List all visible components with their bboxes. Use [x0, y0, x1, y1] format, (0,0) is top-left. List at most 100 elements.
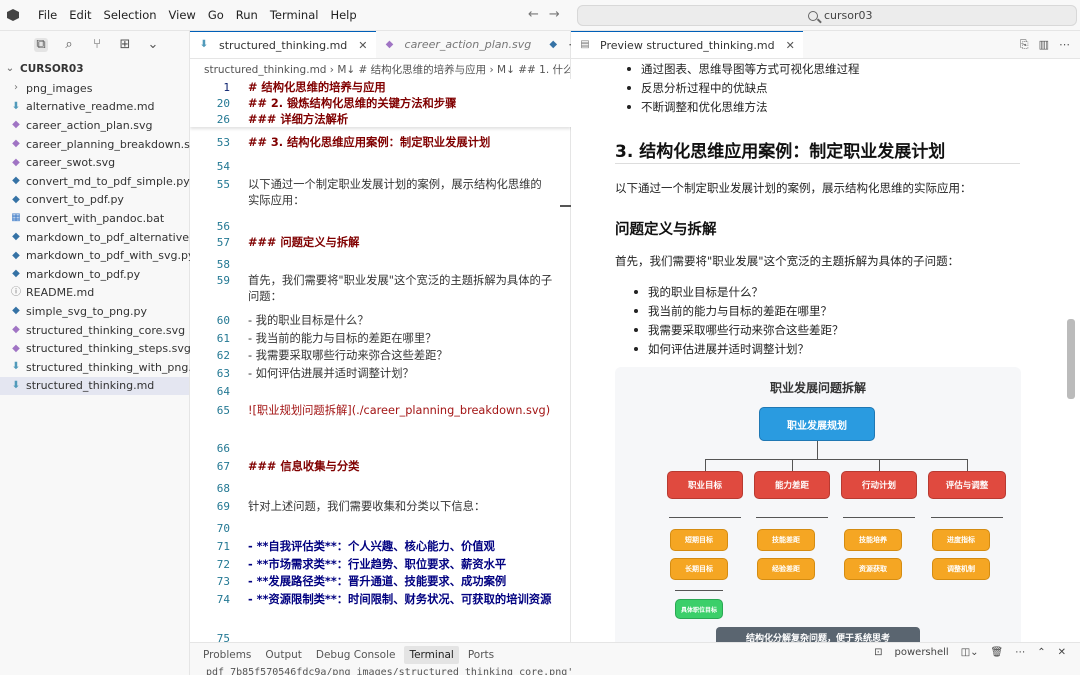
file-item[interactable]: ◆ simple_svg_to_png.py	[0, 302, 189, 321]
menu-selection[interactable]: Selection	[98, 5, 163, 25]
file-item[interactable]: ◆ convert_md_to_pdf_simple.py	[0, 172, 190, 191]
line-number: 59	[216, 274, 230, 287]
leaf-node: 短期目标	[670, 529, 728, 551]
python-icon: ◆	[12, 175, 20, 187]
preview-scrollbar[interactable]	[1067, 319, 1075, 399]
python-icon: ◆	[12, 231, 20, 243]
file-item[interactable]: ⬇ structured_thinking.md	[0, 376, 189, 396]
tab-preview[interactable]: ▤ Preview structured_thinking.md ✕	[571, 31, 803, 58]
svg-file-icon: ◆	[385, 38, 394, 50]
line-number: 62	[216, 349, 230, 362]
code-area[interactable]: 1 # 结构化思维的培养与应用 20 ## 2. 锻炼结构化思维的关键方法和步骤…	[190, 79, 571, 642]
close-icon[interactable]: ✕	[358, 39, 367, 52]
menu-run[interactable]: Run	[230, 5, 264, 25]
leaf-node: 资源获取	[844, 558, 902, 580]
tab-debug-console[interactable]: Debug Console	[311, 646, 401, 664]
python-icon: ◆	[12, 193, 20, 205]
python-icon: ◆	[549, 38, 558, 50]
line-number: 69	[216, 500, 230, 513]
source-control-icon[interactable]: ⑂	[90, 38, 104, 52]
breadcrumb[interactable]: structured_thinking.md › M↓ # 结构化思维的培养与应…	[190, 59, 570, 79]
file-item[interactable]: ◆ career_planning_breakdown.svg	[0, 135, 203, 154]
connector	[756, 517, 828, 518]
diagram-footer: 结构化分解复杂问题，便于系统思考	[716, 627, 920, 642]
file-label: structured_thinking_with_png.md	[26, 360, 210, 374]
menu-file[interactable]: File	[32, 5, 63, 25]
tab-problems[interactable]: Problems	[198, 646, 256, 664]
file-item[interactable]: ◆ convert_to_pdf.py	[0, 191, 189, 210]
line-number: 68	[216, 482, 230, 495]
maximize-icon[interactable]: ⌃	[1037, 647, 1045, 658]
trash-icon[interactable]: 🗑	[991, 647, 1004, 658]
command-center-search[interactable]: cursor03	[577, 5, 1077, 26]
file-item[interactable]: ⓘ README.md	[0, 284, 189, 303]
tab-output[interactable]: Output	[260, 646, 306, 664]
preview-content: 通过图表、思维导图等方式可视化思维过程 反思分析过程中的优缺点 不断调整和优化思…	[571, 59, 1080, 642]
sidebar-toolbar: ⧉ ⌕ ⑂ ⊞ ⌄	[0, 31, 189, 59]
forward-arrow-icon[interactable]: →	[549, 7, 560, 22]
file-item[interactable]: ◆ career_action_plan.svg	[0, 116, 189, 135]
terminal-icon: ⊡	[874, 647, 883, 658]
svg-file-icon: ◆	[12, 138, 20, 150]
menu-terminal[interactable]: Terminal	[264, 5, 325, 25]
code-line: - 我需要采取哪些行动来弥合这些差距？	[248, 349, 448, 362]
scroll-indicator	[560, 205, 571, 207]
app-window: File Edit Selection View Go Run Terminal…	[0, 0, 1080, 675]
tab-career-action-plan-svg[interactable]: ◆ career_action_plan.svg	[376, 31, 540, 58]
file-item[interactable]: ◆ structured_thinking_core.svg	[0, 321, 189, 340]
preview-tabs: ▤ Preview structured_thinking.md ✕ ⎘ ▥ ⋯	[571, 31, 1080, 59]
chevron-down-icon[interactable]: ⌄	[146, 38, 160, 52]
extensions-icon[interactable]: ⊞	[118, 38, 132, 52]
file-item[interactable]: ◆ markdown_to_pdf_alternative.py	[0, 228, 206, 247]
preview-icon: ▤	[580, 39, 590, 50]
connector	[931, 517, 1003, 518]
open-source-icon[interactable]: ⎘	[1020, 38, 1029, 52]
panel-actions: ⊡ powershell ◫⌄ 🗑 ⋯ ⌃ ✕	[874, 647, 1066, 658]
paragraph: 以下通过一个制定职业发展计划的案例，展示结构化思维的实际应用：	[615, 181, 972, 195]
menu-go[interactable]: Go	[202, 5, 230, 25]
close-icon[interactable]: ✕	[1058, 647, 1066, 658]
file-item[interactable]: ◆ markdown_to_pdf_with_svg.py	[0, 246, 194, 265]
code-line: - **资源限制类**：时间限制、财务状况、可获取的培训资源	[248, 593, 552, 606]
branch-node: 行动计划	[841, 471, 917, 499]
list-item: 反思分析过程中的优缺点	[627, 81, 768, 95]
tab-ports[interactable]: Ports	[463, 646, 499, 664]
file-item[interactable]: ◆ career_swot.svg	[0, 153, 189, 172]
tab-structured-thinking-md[interactable]: ⬇ structured_thinking.md ✕	[190, 31, 376, 58]
more-icon[interactable]: ⋯	[1059, 38, 1070, 51]
menu-edit[interactable]: Edit	[63, 5, 97, 25]
code-line: - **发展路径类**：晋升通道、技能要求、成功案例	[248, 575, 507, 588]
file-item[interactable]: ◆ markdown_to_pdf.py	[0, 265, 189, 284]
tab-terminal[interactable]: Terminal	[404, 646, 459, 664]
chevron-down-icon: ⌄	[5, 63, 15, 74]
chevron-right-icon: ›	[14, 82, 18, 94]
file-list: › png_images ⬇ alternative_readme.md ◆ career…	[0, 79, 210, 396]
close-icon[interactable]: ✕	[786, 39, 795, 52]
file-label: structured_thinking.md	[26, 379, 155, 393]
search-icon[interactable]: ⌕	[62, 38, 76, 52]
workspace-title[interactable]: ⌄ CURSOR03	[0, 59, 189, 79]
back-arrow-icon[interactable]: ←	[528, 7, 539, 22]
split-terminal-icon[interactable]: ◫⌄	[961, 647, 979, 658]
file-item[interactable]: ⬇ structured_thinking_with_png.md	[0, 358, 210, 377]
file-label: simple_svg_to_png.py	[26, 304, 147, 318]
file-item[interactable]: ◆ structured_thinking_steps.svg	[0, 339, 191, 358]
code-line: - 如何评估进展并适时调整计划？	[248, 367, 414, 380]
line-number: 67	[216, 460, 230, 473]
menu-view[interactable]: View	[163, 5, 202, 25]
more-icon[interactable]: ⋯	[1015, 647, 1025, 658]
file-item[interactable]: ⬇ alternative_readme.md	[0, 98, 189, 117]
list-item: 不断调整和优化思维方法	[627, 100, 768, 114]
menu-help[interactable]: Help	[324, 5, 362, 25]
line-number: 1	[223, 81, 230, 94]
subsection-heading: 问题定义与拆解	[615, 222, 717, 238]
file-item[interactable]: ▦ convert_with_pandoc.bat	[0, 209, 189, 228]
bottom-panel: Problems Output Debug Console Terminal P…	[190, 642, 1080, 675]
split-editor-icon[interactable]: ▥	[1039, 38, 1049, 51]
code-line: ### 信息收集与分类	[248, 460, 360, 473]
connector	[675, 590, 723, 591]
terminal-output: pdf 7b85f570546fdc9a/png_images/structur…	[206, 667, 574, 675]
file-item[interactable]: › png_images	[0, 79, 189, 98]
shell-label[interactable]: powershell	[895, 647, 949, 658]
explorer-icon[interactable]: ⧉	[34, 38, 48, 52]
